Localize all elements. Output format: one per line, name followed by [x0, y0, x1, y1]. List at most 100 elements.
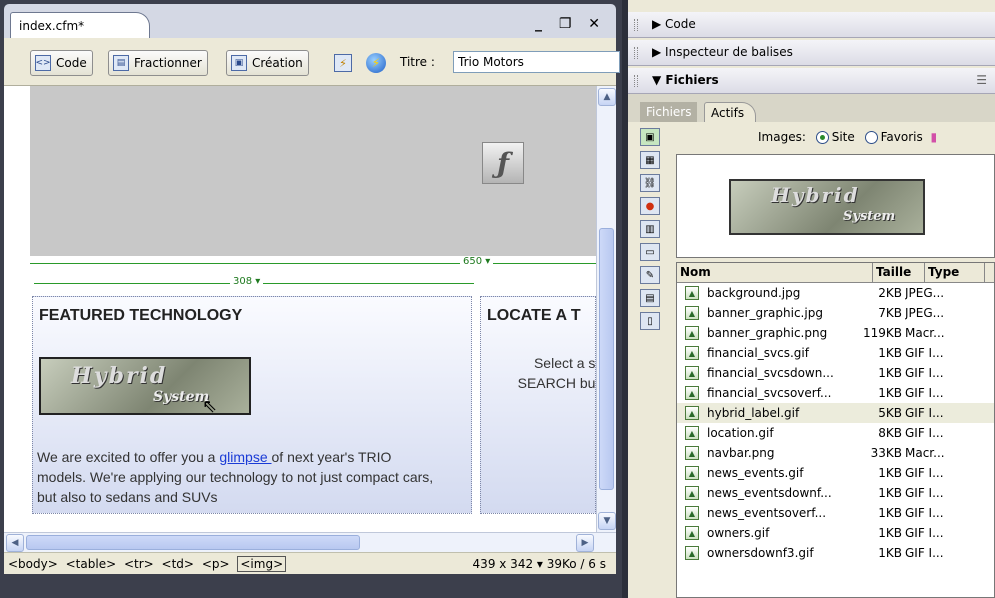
column-header-size[interactable]: Taille	[873, 263, 925, 282]
flash-category-icon[interactable]: ●	[640, 197, 660, 215]
split-view-button[interactable]: ▤ Fractionner	[108, 50, 208, 76]
tag-selector-body[interactable]: <body>	[8, 557, 58, 571]
page-title-input[interactable]	[453, 51, 620, 73]
live-view-icon[interactable]: ⚡	[334, 54, 352, 72]
tag-selector-p[interactable]: <p>	[202, 557, 230, 571]
image-file-icon: ▲	[685, 506, 699, 520]
file-row[interactable]: ▲ background.jpg 2KB JPEG...	[677, 283, 994, 303]
design-canvas[interactable]: ƒ 650 ▾ 308 ▾ FEATURED TECHNOLOGY Hybrid…	[4, 86, 596, 532]
column-width-ruler[interactable]: 308 ▾	[34, 276, 474, 290]
tag-selector-td[interactable]: <td>	[162, 557, 194, 571]
ruler-total-label[interactable]: 650 ▾	[460, 256, 494, 267]
site-radio-label[interactable]: Site	[832, 130, 855, 144]
file-row[interactable]: ▲ navbar.png 33KB Macr...	[677, 443, 994, 463]
design-view-button[interactable]: ▣ Création	[226, 50, 309, 76]
file-row[interactable]: ▲ ownersdownf3.gif 1KB GIF I...	[677, 543, 994, 563]
tab-files[interactable]: Fichiers	[640, 102, 698, 122]
image-file-icon: ▲	[685, 486, 699, 500]
ruler-column-label[interactable]: 308 ▾	[230, 276, 264, 287]
code-panel-title: Code	[665, 17, 696, 31]
scroll-right-button[interactable]: ▶	[576, 534, 594, 552]
file-rows: ▲ background.jpg 2KB JPEG... ▲ banner_graphic…	[677, 283, 994, 563]
tag-selector-tr[interactable]: <tr>	[124, 557, 154, 571]
file-row[interactable]: ▲ banner_graphic.jpg 7KB JPEG...	[677, 303, 994, 323]
code-panel-header[interactable]: ▶ Code	[628, 12, 995, 38]
images-label: Images:	[758, 130, 806, 144]
window-controls[interactable]: _ ❐ ✕	[535, 16, 606, 32]
document-tab[interactable]: index.cfm*	[10, 12, 150, 38]
table-width-ruler[interactable]: 650 ▾	[30, 256, 596, 270]
preview-globe-icon[interactable]: ⚡	[366, 53, 386, 73]
panel-group: ▶ Code ▶ Inspecteur de balises ▼ Fichier…	[628, 0, 995, 598]
code-view-button[interactable]: <> Code	[30, 50, 93, 76]
file-size: 119KB	[862, 326, 902, 340]
templates-category-icon[interactable]: ▤	[640, 289, 660, 307]
tag-inspector-header[interactable]: ▶ Inspecteur de balises	[628, 40, 995, 66]
file-name: financial_svcsoverf...	[707, 386, 832, 400]
favorites-radio-label[interactable]: Favoris	[881, 130, 923, 144]
file-row[interactable]: ▲ news_eventsoverf... 1KB GIF I...	[677, 503, 994, 523]
library-category-icon[interactable]: ▯	[640, 312, 660, 330]
locate-text: Select a stat SEARCH butto	[517, 355, 596, 391]
system-word: System	[153, 389, 210, 405]
tag-selector-table[interactable]: <table>	[66, 557, 117, 571]
file-row[interactable]: ▲ hybrid_label.gif 5KB GIF I...	[677, 403, 994, 423]
asset-file-list[interactable]: Nom Taille Type ▲ background.jpg 2KB JPEG..…	[676, 262, 995, 598]
column-header-name[interactable]: Nom	[677, 263, 873, 282]
flash-placeholder[interactable]: ƒ	[30, 86, 596, 256]
files-panel-header[interactable]: ▼ Fichiers ☰	[628, 68, 995, 94]
locate-cell[interactable]: LOCATE A T Select a stat SEARCH butto	[480, 296, 596, 514]
file-type: GIF I...	[905, 406, 944, 420]
file-row[interactable]: ▲ news_eventsdownf... 1KB GIF I...	[677, 483, 994, 503]
tab-assets[interactable]: Actifs	[704, 102, 756, 122]
panel-options-menu-icon[interactable]: ☰	[976, 73, 987, 87]
favorites-radio[interactable]	[864, 131, 878, 144]
file-row[interactable]: ▲ banner_graphic.png 119KB Macr...	[677, 323, 994, 343]
file-row[interactable]: ▲ financial_svcsdown... 1KB GIF I...	[677, 363, 994, 383]
page-title-label: Titre :	[400, 55, 435, 69]
scroll-left-button[interactable]: ◀	[6, 534, 24, 552]
file-row[interactable]: ▲ location.gif 8KB GIF I...	[677, 423, 994, 443]
file-size: 1KB	[878, 386, 902, 400]
document-tab-bar: index.cfm* _ ❐ ✕	[4, 4, 616, 38]
file-size: 5KB	[878, 406, 902, 420]
featured-paragraph: We are excited to offer you a glimpse of…	[37, 447, 437, 507]
vertical-scroll-thumb[interactable]	[599, 228, 614, 490]
images-category-icon[interactable]: ▣	[640, 128, 660, 146]
image-file-icon: ▲	[685, 366, 699, 380]
colors-category-icon[interactable]: ▦	[640, 151, 660, 169]
file-list-header: Nom Taille Type	[677, 263, 994, 283]
panel-grip-icon[interactable]	[634, 47, 638, 59]
shockwave-category-icon[interactable]: ▥	[640, 220, 660, 238]
ruler-line	[30, 263, 596, 264]
file-name: financial_svcsdown...	[707, 366, 834, 380]
file-row[interactable]: ▲ owners.gif 1KB GIF I...	[677, 523, 994, 543]
panel-grip-icon[interactable]	[634, 19, 638, 31]
file-row[interactable]: ▲ news_events.gif 1KB GIF I...	[677, 463, 994, 483]
featured-technology-cell[interactable]: FEATURED TECHNOLOGY Hybrid System We are…	[32, 296, 472, 514]
vertical-scrollbar[interactable]: ▲ ▼	[596, 86, 616, 532]
file-row[interactable]: ▲ financial_svcsoverf... 1KB GIF I...	[677, 383, 994, 403]
urls-category-icon[interactable]: ⛓	[640, 174, 660, 192]
scroll-down-button[interactable]: ▼	[598, 512, 616, 530]
file-row[interactable]: ▲ financial_svcs.gif 1KB GIF I...	[677, 343, 994, 363]
file-name: news_eventsdownf...	[707, 486, 832, 500]
scroll-up-button[interactable]: ▲	[598, 88, 616, 106]
horizontal-scrollbar[interactable]: ◀ ▶	[4, 532, 616, 552]
column-header-type[interactable]: Type	[925, 263, 985, 282]
glimpse-link[interactable]: glimpse	[219, 449, 271, 465]
flash-icon: ƒ	[482, 142, 524, 184]
scripts-category-icon[interactable]: ✎	[640, 266, 660, 284]
hybrid-system-image[interactable]: Hybrid System	[39, 357, 251, 415]
window-size-info[interactable]: 439 x 342 ▾ 39Ko / 6 s	[473, 557, 606, 571]
asset-category-strip: ▣ ▦ ⛓ ● ▥ ▭ ✎ ▤ ▯	[640, 128, 664, 348]
site-radio[interactable]	[815, 131, 829, 144]
file-name: news_eventsoverf...	[707, 506, 827, 520]
file-name: hybrid_label.gif	[707, 406, 800, 420]
horizontal-scroll-thumb[interactable]	[26, 535, 360, 550]
tag-inspector-title: Inspecteur de balises	[665, 45, 793, 59]
file-size: 33KB	[870, 446, 902, 460]
movies-category-icon[interactable]: ▭	[640, 243, 660, 261]
panel-grip-icon[interactable]	[634, 75, 638, 87]
tag-selector-img[interactable]: <img>	[237, 556, 287, 572]
